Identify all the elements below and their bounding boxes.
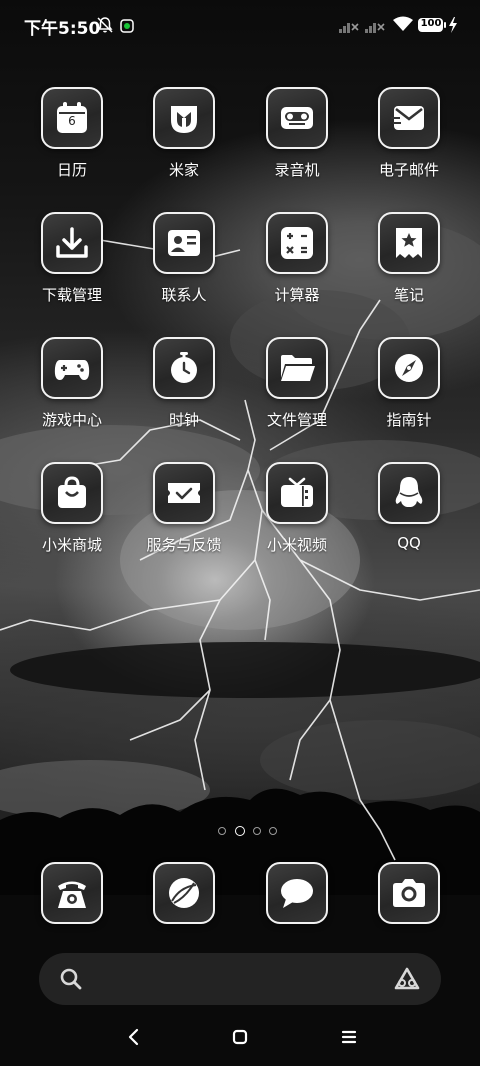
dock-messages[interactable] [247, 862, 347, 924]
menu-icon[interactable] [334, 1022, 364, 1052]
app-label: 下载管理 [41, 286, 102, 304]
app-calculator[interactable]: 计算器 [247, 212, 347, 322]
charging-icon [448, 17, 458, 37]
app-mijia[interactable]: 米家 [134, 87, 234, 197]
app-game-center[interactable]: 游戏中心 [22, 337, 122, 447]
app-label: 文件管理 [266, 411, 327, 429]
app-label: QQ [397, 534, 421, 552]
signal-icon [364, 18, 386, 38]
app-notification-icon [120, 18, 134, 37]
app-file-manager[interactable]: 文件管理 [247, 337, 347, 447]
download-icon [41, 212, 103, 274]
app-label: 指南针 [386, 411, 432, 429]
qq-penguin-icon [378, 462, 440, 524]
page-dot[interactable] [269, 827, 277, 835]
calculator-icon [266, 212, 328, 274]
app-calendar[interactable]: 6 日历 [22, 87, 122, 197]
app-download-manager[interactable]: 下载管理 [22, 212, 122, 322]
message-icon [266, 862, 328, 924]
app-compass[interactable]: 指南针 [359, 337, 459, 447]
battery-level: 100 [420, 18, 442, 29]
home-screen: 下午5:50 100 6 日历 米家 录音机 电子邮件 下载管理 联系人 计算器… [0, 0, 480, 1066]
dock-camera[interactable] [359, 862, 459, 924]
app-label: 电子邮件 [378, 161, 439, 179]
wifi-icon [392, 15, 414, 37]
app-label: 笔记 [393, 286, 424, 304]
app-clock[interactable]: 时钟 [134, 337, 234, 447]
app-mi-store[interactable]: 小米商城 [22, 462, 122, 572]
app-service-feedback[interactable]: 服务与反馈 [134, 462, 234, 572]
signal-icon [338, 18, 360, 38]
contacts-icon [153, 212, 215, 274]
clock-icon [153, 337, 215, 399]
app-label: 小米商城 [41, 536, 102, 554]
app-label: 游戏中心 [41, 411, 102, 429]
browser-icon [153, 862, 215, 924]
search-icon[interactable] [59, 967, 83, 995]
compass-icon [378, 337, 440, 399]
folder-icon [266, 337, 328, 399]
mijia-icon [153, 87, 215, 149]
app-label: 时钟 [168, 411, 199, 429]
app-qq[interactable]: QQ [359, 462, 459, 572]
gamepad-icon [41, 337, 103, 399]
app-label: 计算器 [274, 286, 320, 304]
dock-browser[interactable] [134, 862, 234, 924]
shopping-bag-icon [41, 462, 103, 524]
app-label: 录音机 [274, 161, 320, 179]
phone-icon [41, 862, 103, 924]
app-notes[interactable]: 笔记 [359, 212, 459, 322]
calendar-icon: 6 [41, 87, 103, 149]
app-label: 日历 [56, 161, 87, 179]
page-dot-active[interactable] [235, 826, 245, 836]
app-label: 米家 [168, 161, 199, 179]
status-bar: 下午5:50 100 [0, 0, 480, 50]
camera-icon [378, 862, 440, 924]
app-label: 服务与反馈 [146, 536, 222, 554]
tv-icon [266, 462, 328, 524]
back-icon[interactable] [119, 1022, 149, 1052]
app-label: 小米视频 [266, 536, 327, 554]
service-feedback-icon [153, 462, 215, 524]
alarm-off-icon [96, 16, 114, 38]
home-icon[interactable] [225, 1022, 255, 1052]
calendar-day-badge: 6 [68, 114, 76, 128]
app-mi-video[interactable]: 小米视频 [247, 462, 347, 572]
status-time: 下午5:50 [24, 19, 101, 39]
email-icon [378, 87, 440, 149]
assistant-icon[interactable] [393, 966, 421, 996]
app-contacts[interactable]: 联系人 [134, 212, 234, 322]
recorder-icon [266, 87, 328, 149]
search-bar[interactable] [39, 953, 441, 1005]
page-dot[interactable] [253, 827, 261, 835]
notes-icon [378, 212, 440, 274]
app-label: 联系人 [161, 286, 207, 304]
page-dot[interactable] [218, 827, 226, 835]
app-email[interactable]: 电子邮件 [359, 87, 459, 197]
dock-phone[interactable] [22, 862, 122, 924]
app-recorder[interactable]: 录音机 [247, 87, 347, 197]
